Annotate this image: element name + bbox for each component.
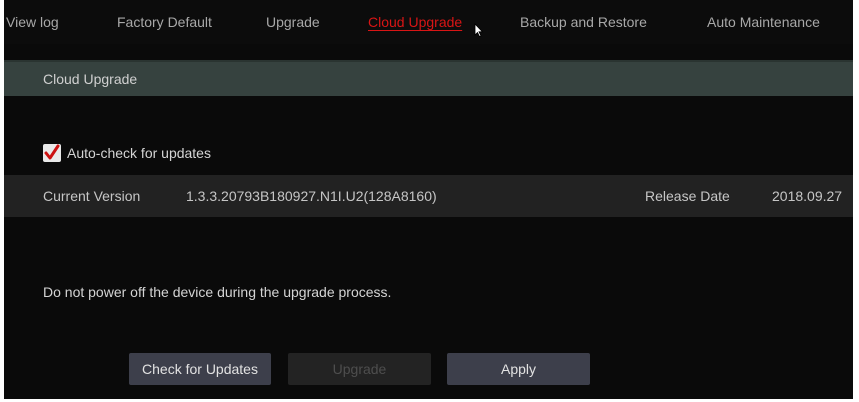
release-date-value: 2018.09.27 (772, 188, 843, 204)
apply-button[interactable]: Apply (447, 353, 590, 385)
section-header: Cloud Upgrade (4, 60, 853, 96)
auto-check-checkbox[interactable] (43, 144, 61, 162)
upgrade-warning-text: Do not power off the device during the u… (43, 284, 392, 300)
version-row: Current Version 1.3.3.20793B180927.N1I.U… (4, 175, 853, 217)
current-version-label: Current Version (43, 188, 141, 204)
tab-view-log[interactable]: View log (6, 0, 59, 44)
tab-cloud-upgrade[interactable]: Cloud Upgrade (368, 0, 462, 44)
section-title: Cloud Upgrade (43, 71, 138, 87)
tab-factory-default[interactable]: Factory Default (117, 0, 212, 44)
upgrade-button[interactable]: Upgrade (288, 353, 431, 385)
checkmark-icon (44, 144, 60, 160)
tab-auto-maintenance[interactable]: Auto Maintenance (707, 0, 820, 44)
auto-check-label: Auto-check for updates (67, 145, 211, 161)
mouse-cursor-icon (474, 23, 484, 37)
maintenance-panel: View log Factory Default Upgrade Cloud U… (4, 0, 853, 399)
check-for-updates-button[interactable]: Check for Updates (129, 353, 271, 385)
release-date-label: Release Date (645, 188, 730, 204)
current-version-value: 1.3.3.20793B180927.N1I.U2(128A8160) (186, 188, 437, 204)
tab-upgrade[interactable]: Upgrade (266, 0, 320, 44)
auto-check-row[interactable]: Auto-check for updates (43, 142, 211, 164)
tab-bar: View log Factory Default Upgrade Cloud U… (4, 0, 853, 44)
tab-backup-restore[interactable]: Backup and Restore (520, 0, 647, 44)
